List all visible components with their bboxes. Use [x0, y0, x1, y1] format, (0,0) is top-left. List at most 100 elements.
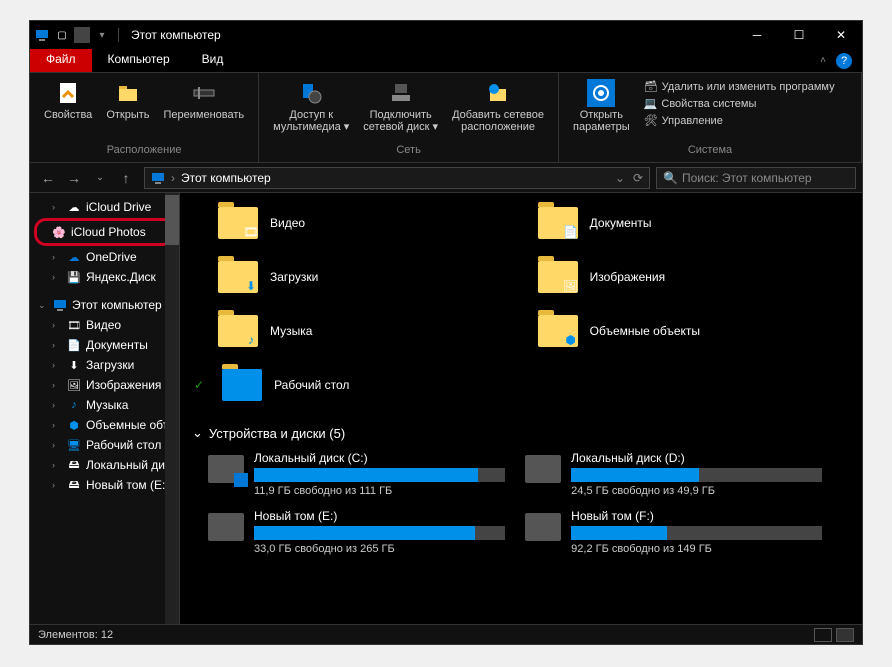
back-button[interactable]: ←: [36, 166, 60, 190]
music-icon: ♪: [66, 397, 82, 413]
disk-d[interactable]: Локальный диск (D:) 24,5 ГБ свободно из …: [525, 451, 822, 497]
system-properties-button[interactable]: 💻Свойства системы: [642, 96, 837, 111]
nav-sidebar: ›☁iCloud Drive 🌸iCloud Photos ›☁OneDrive…: [30, 193, 180, 624]
sidebar-icloud-photos[interactable]: 🌸iCloud Photos: [41, 222, 168, 242]
sidebar-local-disk[interactable]: ›🖴Локальный дис: [30, 455, 179, 475]
tab-view[interactable]: Вид: [186, 49, 240, 72]
qat-chevron-icon[interactable]: ▾: [94, 27, 110, 43]
address-bar[interactable]: › Этот компьютер ⌄⟳: [144, 167, 650, 189]
media-access-button[interactable]: Доступ к мультимедиа ▾: [267, 77, 355, 135]
ribbon-group-label-location: Расположение: [38, 144, 250, 158]
open-settings-button[interactable]: Открыть параметры: [567, 77, 636, 135]
disk-icon-windows: [208, 455, 244, 483]
folder-desktop[interactable]: ✓Рабочий стол: [188, 365, 508, 419]
ribbon-group-label-network: Сеть: [267, 144, 550, 158]
nav-bar: ← → ⌄ ↑ › Этот компьютер ⌄⟳ 🔍 Поиск: Это…: [30, 163, 862, 193]
open-button[interactable]: Открыть: [100, 77, 155, 123]
sidebar-yandex[interactable]: ›💾Яндекс.Диск: [30, 267, 179, 287]
sync-icon: ✓: [194, 378, 204, 392]
sidebar-onedrive[interactable]: ›☁OneDrive: [30, 247, 179, 267]
item-count: Элементов: 12: [38, 629, 113, 641]
add-network-icon: [484, 79, 512, 107]
folder-documents[interactable]: 📄Документы: [508, 203, 828, 257]
addr-dropdown-icon[interactable]: ⌄: [615, 171, 625, 185]
add-network-button[interactable]: Добавить сетевое расположение: [446, 77, 550, 135]
folder-icon: ♪: [218, 315, 258, 347]
pc-icon: [34, 27, 50, 43]
rename-button[interactable]: Переименовать: [158, 77, 251, 123]
cloud-icon: ☁: [66, 199, 82, 215]
search-placeholder: Поиск: Этот компьютер: [682, 171, 812, 185]
documents-icon: 📄: [66, 337, 82, 353]
explorer-window: ▢ ▾ Этот компьютер ─ ☐ ✕ Файл Компьютер …: [29, 20, 863, 645]
disk-c[interactable]: Локальный диск (C:) 11,9 ГБ свободно из …: [208, 451, 505, 497]
folder-icon: 📄: [538, 207, 578, 239]
folder-icon: [222, 369, 262, 401]
ribbon-group-system: Открыть параметры 🗃Удалить или изменить …: [559, 73, 862, 162]
ribbon: Свойства Открыть Переименовать Расположе…: [30, 73, 862, 163]
folder-pictures[interactable]: 🖼Изображения: [508, 257, 828, 311]
sidebar-scrollbar[interactable]: [165, 193, 179, 624]
disk-icon: 🖴: [66, 477, 82, 493]
view-large-icon[interactable]: [836, 628, 854, 642]
folder-videos[interactable]: 🎞Видео: [188, 203, 508, 257]
disk-icon: 🖴: [66, 457, 82, 473]
sidebar-pictures[interactable]: ›🖼Изображения: [30, 375, 179, 395]
icloud-photos-icon: 🌸: [51, 224, 67, 240]
media-icon: [297, 79, 325, 107]
uninstall-icon: 🗃: [644, 80, 658, 93]
sidebar-new-volume[interactable]: ›🖴Новый том (E:: [30, 475, 179, 495]
minimize-button[interactable]: ─: [736, 21, 778, 49]
recent-dropdown[interactable]: ⌄: [88, 166, 112, 190]
disk-e[interactable]: Новый том (E:) 33,0 ГБ свободно из 265 Г…: [208, 509, 505, 555]
folder-icon: 🖼: [538, 261, 578, 293]
content-area[interactable]: 🎞Видео 📄Документы ⬇Загрузки 🖼Изображения…: [180, 193, 862, 624]
window-title: Этот компьютер: [118, 28, 221, 42]
disk-icon: [208, 513, 244, 541]
properties-icon: [54, 79, 82, 107]
sidebar-documents[interactable]: ›📄Документы: [30, 335, 179, 355]
pc-icon-small: [52, 297, 68, 313]
help-icon[interactable]: ?: [836, 53, 852, 69]
pictures-icon: 🖼: [66, 377, 82, 393]
uninstall-button[interactable]: 🗃Удалить или изменить программу: [642, 79, 837, 94]
close-button[interactable]: ✕: [820, 21, 862, 49]
sidebar-music[interactable]: ›♪Музыка: [30, 395, 179, 415]
manage-button[interactable]: 🛠Управление: [642, 113, 837, 128]
tab-file[interactable]: Файл: [30, 49, 92, 72]
maximize-button[interactable]: ☐: [778, 21, 820, 49]
breadcrumb-text: Этот компьютер: [181, 171, 271, 185]
forward-button[interactable]: →: [62, 166, 86, 190]
titlebar[interactable]: ▢ ▾ Этот компьютер ─ ☐ ✕: [30, 21, 862, 49]
folder-icon: ⬇: [218, 261, 258, 293]
qat-dropdown-icon[interactable]: [74, 27, 90, 43]
sidebar-videos[interactable]: ›🎞Видео: [30, 315, 179, 335]
sidebar-icloud-drive[interactable]: ›☁iCloud Drive: [30, 197, 179, 217]
folder-icon: 🎞: [218, 207, 258, 239]
folder-3d-objects[interactable]: ⬢Объемные объекты: [508, 311, 828, 365]
ribbon-collapse-icon[interactable]: ˄: [820, 55, 826, 66]
sidebar-downloads[interactable]: ›⬇Загрузки: [30, 355, 179, 375]
properties-button[interactable]: Свойства: [38, 77, 98, 123]
map-drive-button[interactable]: Подключить сетевой диск ▾: [357, 77, 444, 135]
sidebar-desktop[interactable]: ›🖥Рабочий стол: [30, 435, 179, 455]
ribbon-group-location: Свойства Открыть Переименовать Расположе…: [30, 73, 259, 162]
sidebar-this-pc[interactable]: ⌄Этот компьютер: [30, 295, 179, 315]
disk-f[interactable]: Новый том (F:) 92,2 ГБ свободно из 149 Г…: [525, 509, 822, 555]
refresh-icon[interactable]: ⟳: [633, 171, 643, 185]
qat: ▢ ▾: [34, 27, 110, 43]
folder-music[interactable]: ♪Музыка: [188, 311, 508, 365]
3d-icon: ⬢: [66, 417, 82, 433]
folder-icon: ⬢: [538, 315, 578, 347]
chevron-down-icon: ⌄: [192, 425, 203, 441]
onedrive-icon: ☁: [66, 249, 82, 265]
folder-downloads[interactable]: ⬇Загрузки: [188, 257, 508, 311]
search-icon: 🔍: [663, 171, 678, 185]
sidebar-3d-objects[interactable]: ›⬢Объемные объ: [30, 415, 179, 435]
view-details-icon[interactable]: [814, 628, 832, 642]
qat-props-icon[interactable]: ▢: [54, 27, 70, 43]
up-button[interactable]: ↑: [114, 166, 138, 190]
section-disks-header[interactable]: ⌄Устройства и диски (5): [188, 419, 854, 451]
search-input[interactable]: 🔍 Поиск: Этот компьютер: [656, 167, 856, 189]
tab-computer[interactable]: Компьютер: [92, 49, 186, 72]
